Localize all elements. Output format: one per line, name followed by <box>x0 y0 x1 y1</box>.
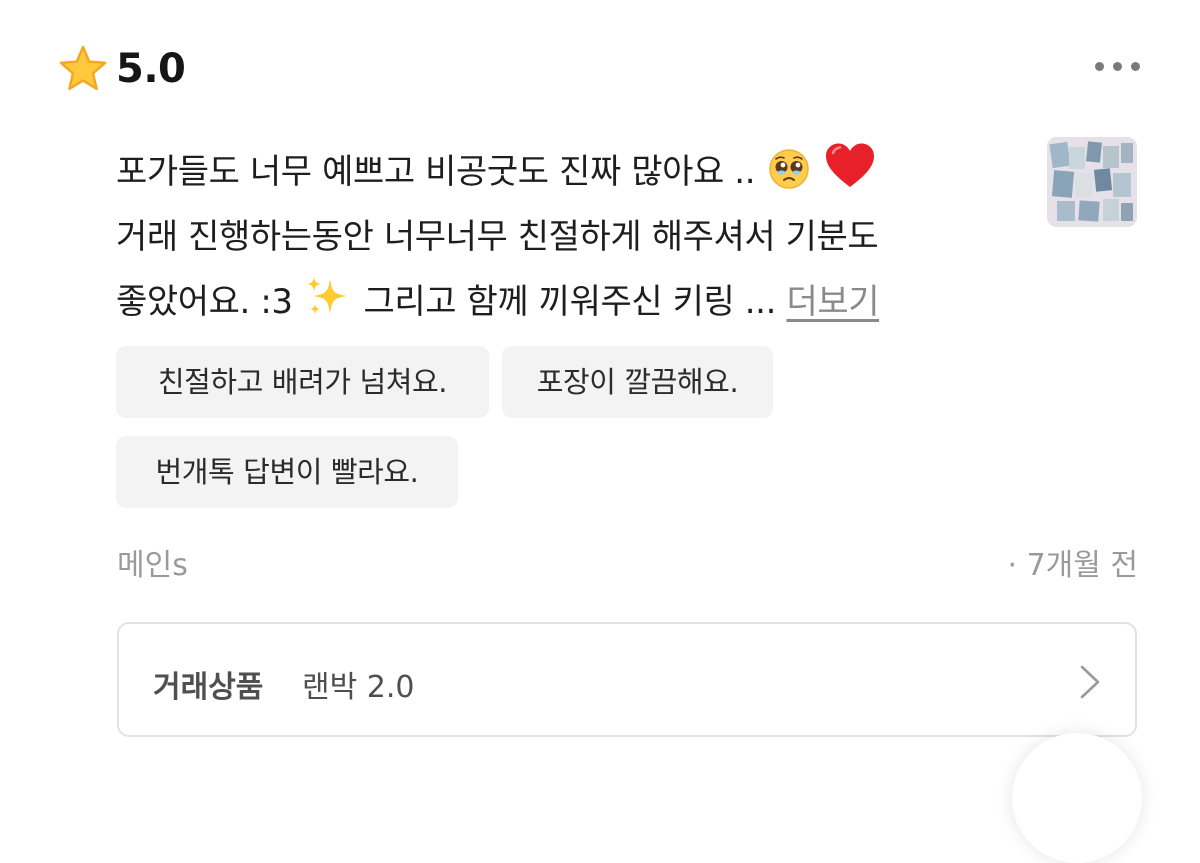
more-options-icon[interactable] <box>1095 62 1140 71</box>
review-time: · 7개월 전 <box>1007 548 1139 583</box>
review-text: 포가들도 너무 예쁘고 비공굿도 진짜 많아요 .. 거래 진행하는동안 너무너… <box>116 140 1016 335</box>
star-icon <box>59 45 107 91</box>
product-label: 거래상품 <box>153 670 264 705</box>
tag-chip: 포장이 깔끔해요. <box>502 346 773 418</box>
product-name: 랜박 2.0 <box>302 670 415 705</box>
review-line-3: 좋았어요. :3 그리고 함께 끼워주신 키링 ... 더보기 <box>116 270 1016 335</box>
rating-value: 5.0 <box>116 46 186 92</box>
sparkles-emoji <box>307 277 348 314</box>
review-line-2: 거래 진행하는동안 너무너무 친절하게 해주셔서 기분도 <box>116 217 879 257</box>
pleading-face-emoji <box>768 149 809 189</box>
chevron-right-icon <box>1080 665 1100 699</box>
tag-chip: 친절하고 배려가 넘쳐요. <box>116 346 489 418</box>
product-thumbnail[interactable] <box>1047 137 1137 227</box>
review-line-1: 포가들도 너무 예쁘고 비공굿도 진짜 많아요 .. <box>116 140 1016 205</box>
red-heart-emoji <box>825 143 874 187</box>
more-link[interactable]: 더보기 <box>786 282 879 322</box>
tag-chip: 번개톡 답변이 빨라요. <box>116 436 458 508</box>
product-card[interactable]: 거래상품 랜박 2.0 <box>117 622 1137 737</box>
reviewer-name[interactable]: 메인s <box>117 540 188 584</box>
rating: 5.0 <box>58 44 186 94</box>
floating-button[interactable] <box>1012 733 1142 863</box>
